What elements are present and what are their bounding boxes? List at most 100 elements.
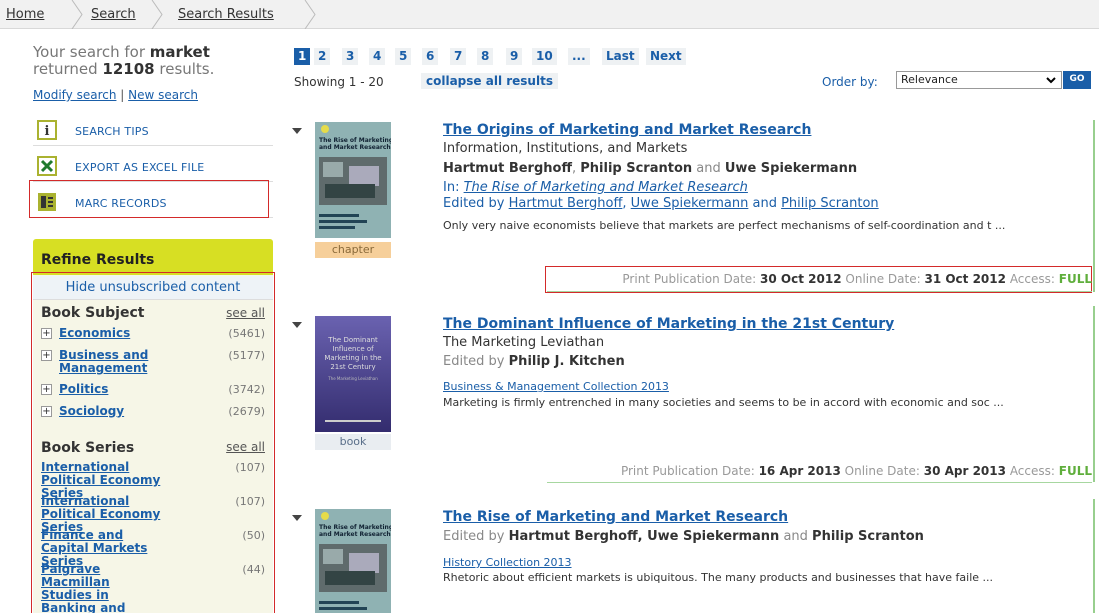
svg-text:Marketing in the: Marketing in the — [324, 354, 381, 362]
page-7-button[interactable]: 7 — [450, 48, 467, 65]
result-meta: Print Publication Date: 16 Apr 2013 Onli… — [621, 464, 1092, 478]
content-type-badge: book — [315, 434, 391, 450]
info-icon: i — [37, 120, 57, 140]
breadcrumb-separator-icon — [304, 0, 316, 29]
separator: , — [622, 196, 631, 211]
result-title-link[interactable]: The Rise of Marketing and Market Researc… — [443, 509, 788, 525]
collection-link[interactable]: Business & Management Collection 2013 — [443, 380, 669, 393]
collapse-all-button[interactable]: collapse all results — [421, 73, 558, 89]
result-editors: Edited by Hartmut Berghoff, Uwe Spiekerm… — [443, 196, 879, 211]
result-subtitle: Information, Institutions, and Markets — [443, 141, 688, 156]
edited-by-label: Edited by — [443, 354, 505, 369]
collapse-arrow-icon[interactable] — [292, 515, 302, 521]
page-10-button[interactable]: 10 — [532, 48, 557, 65]
page-8-button[interactable]: 8 — [477, 48, 494, 65]
result-count: 12108 — [102, 60, 155, 78]
page-ellipsis: ... — [568, 48, 590, 65]
highlight-box — [29, 180, 269, 218]
collection-link[interactable]: History Collection 2013 — [443, 556, 572, 569]
online-date-label: Online Date: — [845, 272, 921, 286]
modify-search-link[interactable]: Modify search — [33, 88, 116, 102]
refine-title: Refine Results — [41, 252, 155, 268]
print-date: 30 Oct 2012 — [760, 272, 842, 286]
breadcrumb-home-link[interactable]: Home — [6, 0, 44, 29]
last-page-button[interactable]: Last — [602, 48, 639, 65]
result-title-link[interactable]: The Dominant Influence of Marketing in t… — [443, 316, 894, 332]
svg-text:The Marketing Leviathan: The Marketing Leviathan — [327, 376, 378, 381]
separator: and — [779, 529, 813, 544]
separator: , — [637, 529, 648, 544]
editor-name: Hartmut Berghoff — [508, 529, 638, 544]
order-by-select[interactable]: Relevance — [896, 71, 1062, 89]
edited-by-label: Edited by — [443, 529, 505, 544]
new-search-link[interactable]: New search — [128, 88, 198, 102]
separator: and — [692, 161, 725, 176]
page-9-button[interactable]: 9 — [506, 48, 523, 65]
result-title-link[interactable]: The Origins of Marketing and Market Rese… — [443, 122, 811, 138]
result-in-book: In: The Rise of Marketing and Market Res… — [443, 180, 748, 195]
page-1-button[interactable]: 1 — [294, 48, 311, 65]
page-2-button[interactable]: 2 — [314, 48, 331, 65]
search-summary: Your search for market returned 12108 re… — [33, 44, 273, 78]
collapse-arrow-icon[interactable] — [292, 322, 302, 328]
search-links: Modify search | New search — [33, 88, 198, 102]
search-tips-button[interactable]: i SEARCH TIPS — [33, 118, 273, 146]
parent-book-link[interactable]: The Rise of Marketing and Market Researc… — [464, 180, 748, 195]
book-cover-image[interactable]: The Rise of Marketing and Market Researc… — [315, 122, 391, 238]
page-4-button[interactable]: 4 — [369, 48, 386, 65]
online-date: 31 Oct 2012 — [924, 272, 1006, 286]
collapse-arrow-icon[interactable] — [292, 128, 302, 134]
next-page-button[interactable]: Next — [646, 48, 686, 65]
svg-text:Influence of: Influence of — [332, 345, 374, 353]
editor-link[interactable]: Uwe Spiekermann — [631, 196, 749, 211]
author-name: Philip Scranton — [580, 161, 693, 176]
result-editors: Edited by Philip J. Kitchen — [443, 354, 625, 369]
book-cover-image[interactable]: The Rise of Marketing and Market Researc… — [315, 509, 391, 613]
result-accent-bar — [1093, 306, 1095, 482]
divider — [547, 482, 1092, 483]
svg-text:i: i — [45, 124, 50, 139]
export-excel-button[interactable]: EXPORT AS EXCEL FILE — [33, 154, 273, 182]
page-3-button[interactable]: 3 — [342, 48, 359, 65]
result-meta: Print Publication Date: 30 Oct 2012 Onli… — [622, 272, 1092, 286]
result-item: The Rise of Marketing and Market Researc… — [290, 499, 1099, 613]
highlight-box — [31, 272, 275, 613]
book-cover-image[interactable]: The Dominant Influence of Marketing in t… — [315, 316, 391, 432]
separator: , — [571, 161, 581, 176]
chevron-down-icon — [1046, 77, 1056, 84]
online-date-label: Online Date: — [844, 464, 920, 478]
editor-name: Philip Scranton — [812, 529, 924, 544]
content-type-badge: chapter — [315, 242, 391, 258]
go-button[interactable]: GO — [1063, 71, 1091, 89]
access-label: Access: — [1009, 272, 1055, 286]
breadcrumb-separator-icon — [151, 0, 163, 29]
print-date: 16 Apr 2013 — [758, 464, 841, 478]
separator: and — [748, 196, 782, 211]
svg-text:and Market Research: and Market Research — [319, 144, 391, 151]
editor-name: Philip J. Kitchen — [508, 354, 625, 369]
showing-range: Showing 1 - 20 — [294, 75, 384, 89]
svg-text:21st Century: 21st Century — [330, 363, 375, 371]
editor-name: Uwe Spiekermann — [647, 529, 780, 544]
result-subtitle: The Marketing Leviathan — [443, 335, 605, 350]
result-abstract: Only very naive economists believe that … — [443, 219, 1006, 232]
refine-results-header: Refine Results — [33, 239, 273, 275]
result-abstract: Marketing is firmly entrenched in many s… — [443, 396, 1004, 409]
print-date-label: Print Publication Date: — [620, 464, 755, 478]
editor-link[interactable]: Philip Scranton — [781, 196, 879, 211]
summary-text: Your search for — [33, 43, 146, 61]
editor-link[interactable]: Hartmut Berghoff — [509, 196, 623, 211]
page-6-button[interactable]: 6 — [422, 48, 439, 65]
result-authors: Hartmut Berghoff, Philip Scranton and Uw… — [443, 161, 857, 176]
online-date: 30 Apr 2013 — [923, 464, 1006, 478]
search-query: market — [149, 43, 210, 61]
access-status: FULL — [1058, 464, 1092, 478]
page-5-button[interactable]: 5 — [395, 48, 412, 65]
divider — [547, 291, 1092, 292]
separator: | — [120, 88, 125, 102]
access-label: Access: — [1009, 464, 1055, 478]
svg-text:The Rise of Marketing: The Rise of Marketing — [319, 524, 391, 531]
result-abstract: Rhetoric about efficient markets is ubiq… — [443, 571, 993, 584]
breadcrumb-search-link[interactable]: Search — [91, 0, 136, 29]
result-accent-bar — [1093, 120, 1095, 292]
